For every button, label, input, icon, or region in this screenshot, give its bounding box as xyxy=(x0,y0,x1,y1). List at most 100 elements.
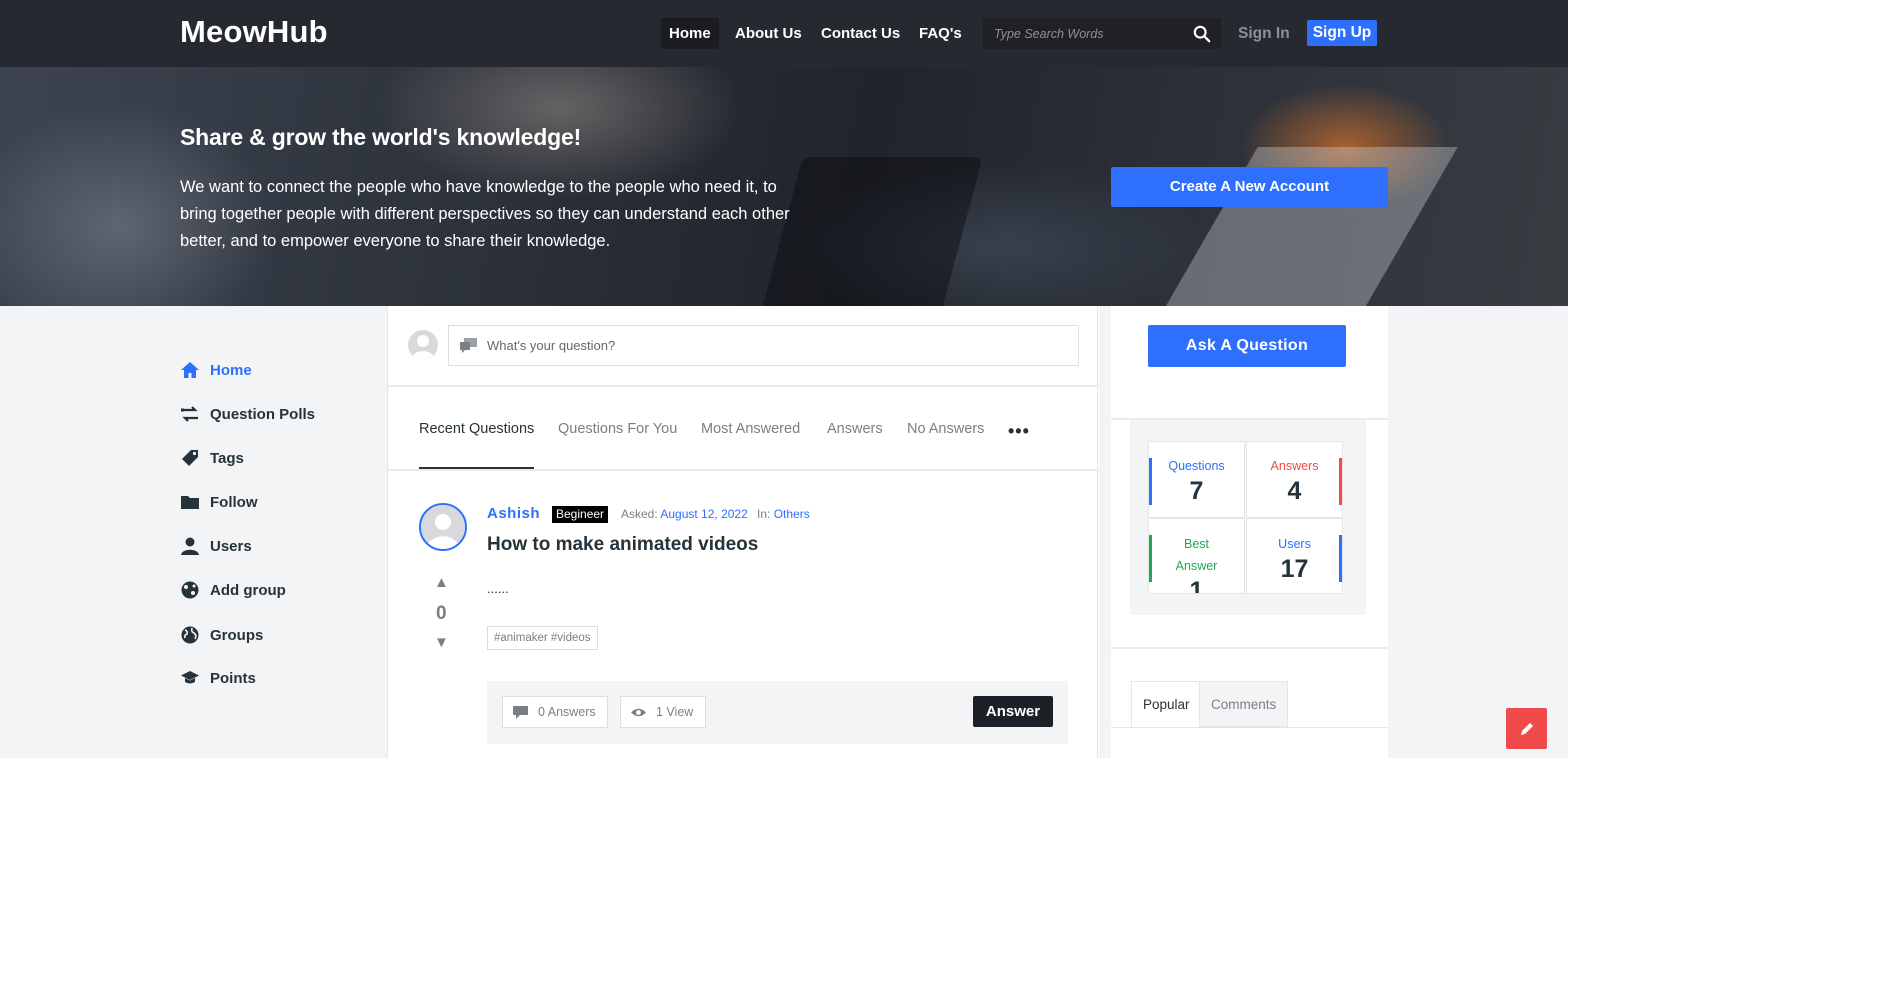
sidebar-item-groups[interactable]: Groups xyxy=(180,622,263,648)
question-excerpt: ...... xyxy=(487,581,509,596)
main-content: Recent Questions Questions For You Most … xyxy=(387,306,1099,758)
sidebar-item-label: Groups xyxy=(210,626,264,644)
hero-background-tablet xyxy=(757,157,983,306)
tab-no-answers[interactable]: No Answers xyxy=(907,421,984,437)
top-navbar: MeowHub Home About Us Contact Us FAQ's S… xyxy=(0,0,1568,67)
stat-value: 4 xyxy=(1287,477,1302,505)
search-icon[interactable] xyxy=(1193,25,1211,43)
author-avatar[interactable] xyxy=(419,503,467,551)
sidebar-item-label: Tags xyxy=(210,449,244,467)
comments-icon xyxy=(460,338,477,353)
polls-icon xyxy=(181,406,198,422)
create-account-button[interactable]: Create A New Account xyxy=(1111,167,1388,207)
vote-up-icon[interactable]: ▲ xyxy=(434,574,449,591)
asked-meta: Asked: August 12, 2022 xyxy=(621,507,748,521)
tab-questions-for-you[interactable]: Questions For You xyxy=(558,421,677,437)
stat-label: Answers xyxy=(1270,459,1319,473)
question-box xyxy=(448,325,1079,366)
question-footer: 0 Answers 1 View Answer xyxy=(487,681,1068,744)
globe-icon xyxy=(181,626,199,644)
tab-baseline xyxy=(1111,727,1388,728)
sidebar-item-label: Question Polls xyxy=(210,405,316,423)
divider xyxy=(1111,647,1388,649)
nav-contact-us[interactable]: Contact Us xyxy=(813,18,908,49)
search-input[interactable] xyxy=(983,18,1183,49)
search-box xyxy=(983,18,1221,49)
sidebar-item-label: Users xyxy=(210,537,252,555)
answers-count-button[interactable]: 0 Answers xyxy=(502,696,608,728)
sidebar-item-follow[interactable]: Follow xyxy=(180,489,258,515)
site-logo[interactable]: MeowHub xyxy=(180,14,328,50)
category-meta: In: Others xyxy=(757,507,810,521)
sign-in-link[interactable]: Sign In xyxy=(1238,18,1290,49)
user-badge: Begineer xyxy=(552,506,609,523)
home-icon xyxy=(181,362,199,378)
stat-color-bar xyxy=(1149,535,1152,582)
stat-best-answer: Best Answer 1 xyxy=(1148,518,1245,594)
sidebar-item-label: Home xyxy=(210,361,252,379)
sidebar-item-label: Points xyxy=(210,669,256,687)
stat-questions: Questions 7 xyxy=(1148,441,1245,518)
vote-down-icon[interactable]: ▼ xyxy=(434,634,449,651)
category-label: In: xyxy=(757,507,771,521)
question-title[interactable]: How to make animated videos xyxy=(487,534,758,556)
graduation-cap-icon xyxy=(181,671,199,684)
tab-comments[interactable]: Comments xyxy=(1199,681,1289,727)
right-sidebar: Ask A Question Questions 7 Answers 4 Bes… xyxy=(1111,306,1388,758)
stats-widget: Questions 7 Answers 4 Best Answer 1 User… xyxy=(1130,420,1366,615)
views-count: 1 View xyxy=(656,705,694,719)
answer-button[interactable]: Answer xyxy=(973,696,1053,727)
right-margin xyxy=(1388,306,1568,758)
views-count-button[interactable]: 1 View xyxy=(620,696,706,728)
sidebar-item-add-group[interactable]: Add group xyxy=(180,577,286,603)
stat-value: 7 xyxy=(1189,477,1204,505)
divider xyxy=(388,469,1099,471)
write-question-fab[interactable] xyxy=(1506,708,1547,749)
folder-icon xyxy=(181,496,199,509)
add-group-icon xyxy=(181,581,199,599)
sidebar-item-home[interactable]: Home xyxy=(180,357,252,383)
nav-faqs[interactable]: FAQ's xyxy=(911,18,970,49)
eye-icon xyxy=(631,708,646,716)
stat-users: Users 17 xyxy=(1246,518,1343,594)
tab-popular[interactable]: Popular xyxy=(1131,681,1202,727)
answers-count: 0 Answers xyxy=(538,705,596,719)
stat-label: Questions xyxy=(1168,459,1225,473)
divider xyxy=(388,385,1099,387)
ask-question-button[interactable]: Ask A Question xyxy=(1148,325,1346,367)
sidebar-item-tags[interactable]: Tags xyxy=(180,445,244,471)
sidebar-item-label: Add group xyxy=(210,581,286,599)
author-name[interactable]: Ashish xyxy=(487,505,540,522)
asked-label: Asked: xyxy=(621,507,658,521)
question-tags[interactable]: #animaker #videos xyxy=(487,626,598,650)
stat-color-bar xyxy=(1339,535,1342,582)
stat-answers: Answers 4 xyxy=(1246,441,1343,518)
nav-home[interactable]: Home xyxy=(661,18,719,49)
stat-value: 17 xyxy=(1280,555,1309,583)
user-icon xyxy=(181,537,199,555)
category-link[interactable]: Others xyxy=(774,507,810,521)
tab-answers[interactable]: Answers xyxy=(827,421,883,437)
tag-icon xyxy=(182,450,198,466)
sign-up-button[interactable]: Sign Up xyxy=(1307,20,1377,46)
hero-title: Share & grow the world's knowledge! xyxy=(180,124,582,150)
comment-icon xyxy=(513,705,528,719)
sidebar-item-users[interactable]: Users xyxy=(180,533,252,559)
hero-banner: Share & grow the world's knowledge! We w… xyxy=(0,67,1568,306)
pencil-icon xyxy=(1520,722,1533,735)
stat-label: Users xyxy=(1278,537,1311,551)
sidebar-item-points[interactable]: Points xyxy=(180,665,256,691)
stat-color-bar xyxy=(1339,458,1342,505)
stat-value: 1 xyxy=(1189,577,1204,594)
stat-color-bar xyxy=(1149,458,1152,505)
nav-about-us[interactable]: About Us xyxy=(727,18,810,49)
tab-recent-questions[interactable]: Recent Questions xyxy=(419,421,534,437)
stat-label: Best Answer xyxy=(1175,537,1218,573)
current-user-avatar xyxy=(408,330,438,360)
asked-date-link[interactable]: August 12, 2022 xyxy=(660,507,747,521)
question-input[interactable] xyxy=(485,326,1065,365)
left-sidebar: Home Question Polls Tags Follow Users Ad… xyxy=(0,306,387,758)
more-tabs-button[interactable]: ••• xyxy=(1008,421,1030,442)
sidebar-item-question-polls[interactable]: Question Polls xyxy=(180,401,315,427)
tab-most-answered[interactable]: Most Answered xyxy=(701,421,800,437)
